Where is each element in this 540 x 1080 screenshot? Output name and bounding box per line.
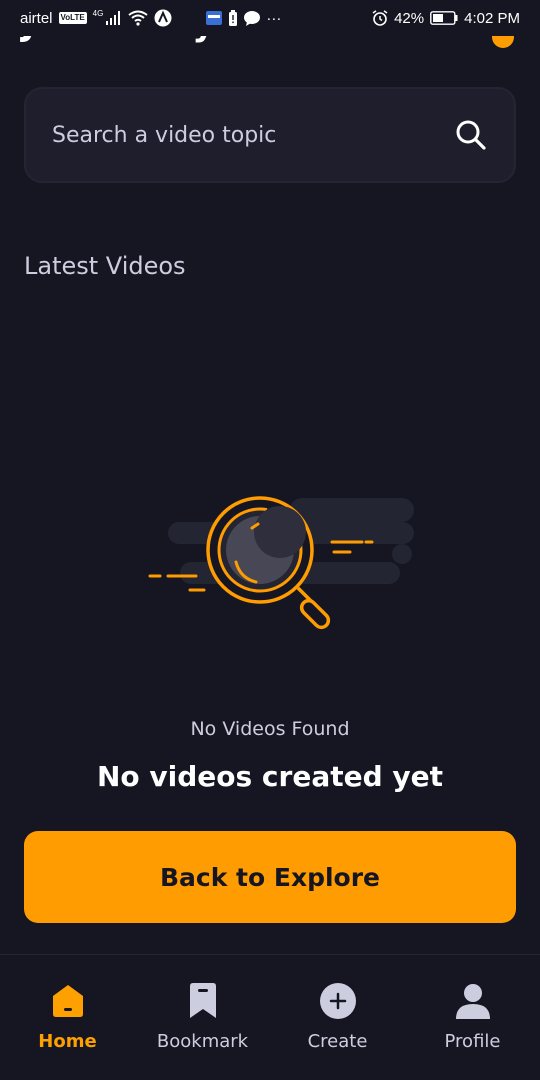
- tab-create[interactable]: Create: [270, 955, 405, 1052]
- tab-home-label: Home: [38, 1031, 97, 1052]
- bottom-tab-bar: Home Bookmark Create Profile: [0, 954, 540, 1080]
- status-left: airtel VoLTE 4G ···: [20, 9, 281, 27]
- profile-icon: [453, 981, 493, 1021]
- status-right: 42% 4:02 PM: [372, 10, 520, 27]
- empty-state-subtitle: No Videos Found: [190, 718, 350, 740]
- tab-create-label: Create: [307, 1031, 368, 1052]
- search-bar[interactable]: [24, 87, 516, 183]
- back-to-explore-button[interactable]: Back to Explore: [24, 831, 516, 923]
- more-notifications: ···: [266, 9, 282, 27]
- app-notification-icon: [154, 9, 172, 27]
- carrier-name: airtel: [20, 9, 53, 27]
- empty-state-title: No videos created yet: [96, 760, 444, 793]
- empty-search-illustration: [140, 490, 420, 650]
- clock-time: 4:02 PM: [464, 9, 520, 27]
- search-icon[interactable]: [454, 118, 488, 152]
- battery-icon: [430, 11, 458, 25]
- tab-bookmark[interactable]: Bookmark: [135, 955, 270, 1052]
- battery-alert-icon: [228, 10, 238, 26]
- tab-bookmark-label: Bookmark: [156, 1031, 249, 1052]
- chat-icon: [244, 10, 261, 26]
- alarm-icon: [372, 10, 388, 26]
- volte-badge: VoLTE: [58, 12, 87, 24]
- tab-profile-label: Profile: [444, 1031, 501, 1052]
- tab-home[interactable]: Home: [0, 955, 135, 1052]
- network-type: 4G: [92, 8, 104, 18]
- bookmark-icon: [183, 981, 223, 1021]
- signal-icon: [106, 11, 122, 25]
- wifi-icon: [128, 10, 148, 26]
- latest-videos-heading: Latest Videos: [24, 252, 186, 280]
- plus-circle-icon: [318, 981, 358, 1021]
- tab-profile[interactable]: Profile: [405, 955, 540, 1052]
- battery-percent: 42%: [394, 9, 425, 27]
- search-input[interactable]: [52, 122, 432, 148]
- status-bar: airtel VoLTE 4G ··· 42% 4:02 PM: [0, 0, 540, 36]
- app-screen: JSMastery airtel VoLTE 4G: [0, 0, 540, 1080]
- card-notification-icon: [206, 11, 223, 25]
- home-icon: [48, 981, 88, 1021]
